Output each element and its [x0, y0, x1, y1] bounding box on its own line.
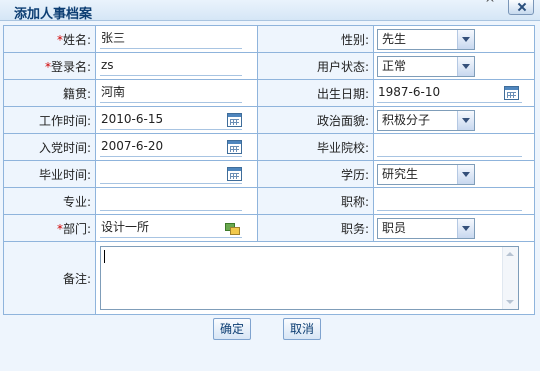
calendar-icon[interactable] [227, 113, 242, 127]
politics-label: 政治面貌: [316, 113, 369, 128]
party-date-label: 入党时间: [38, 140, 91, 155]
form-area: *姓名: 张三 性别: 先生 *登录名: zs 用户状态: 正常 籍贯: 河南 … [0, 21, 540, 371]
titlebar-mark: ^ [485, 0, 496, 10]
politics-value: 积极分子 [382, 112, 431, 127]
ok-button[interactable]: 确定 [213, 318, 251, 340]
school-label: 毕业院校: [316, 140, 369, 155]
position-label: 职务: [340, 221, 369, 236]
label-cell: *姓名: [3, 25, 96, 53]
calendar-icon[interactable] [227, 167, 242, 181]
chevron-down-icon[interactable] [457, 218, 474, 238]
grad-date-input[interactable] [100, 164, 242, 184]
dialog-titlebar: 添加人事档案 ^ [0, 0, 540, 22]
chevron-down-icon[interactable] [457, 56, 474, 76]
origin-label: 籍贯: [62, 86, 91, 101]
school-input[interactable] [377, 137, 522, 157]
scroll-down-icon[interactable] [503, 295, 518, 309]
title-input[interactable] [377, 191, 522, 211]
title-label: 职称: [340, 194, 369, 209]
chevron-down-icon[interactable] [457, 29, 474, 49]
birth-date-input[interactable]: 1987-6-10 [377, 83, 522, 103]
remark-scrollbar[interactable] [502, 247, 518, 309]
login-label: 登录名: [50, 59, 91, 74]
department-input[interactable]: 设计一所 [100, 218, 242, 238]
major-input[interactable] [100, 191, 242, 211]
calendar-icon[interactable] [227, 140, 242, 154]
gender-value: 先生 [382, 31, 407, 46]
education-label: 学历: [340, 167, 369, 182]
gender-select[interactable]: 先生 [377, 28, 475, 50]
calendar-icon[interactable] [504, 86, 519, 100]
party-date-input[interactable]: 2007-6-20 [100, 137, 242, 157]
education-value: 研究生 [382, 166, 419, 181]
remark-textarea[interactable] [100, 246, 519, 310]
user-status-label: 用户状态: [316, 59, 369, 74]
text-caret [104, 250, 105, 263]
work-date-label: 工作时间: [38, 113, 91, 128]
org-picker-icon[interactable] [225, 223, 241, 235]
personnel-form: *姓名: 张三 性别: 先生 *登录名: zs 用户状态: 正常 籍贯: 河南 … [3, 25, 535, 315]
chevron-down-icon[interactable] [457, 110, 474, 130]
scroll-up-icon[interactable] [503, 247, 518, 261]
grad-date-label: 毕业时间: [38, 167, 91, 182]
name-input[interactable]: 张三 [100, 29, 242, 49]
cancel-button[interactable]: 取消 [283, 318, 321, 340]
user-status-select[interactable]: 正常 [377, 55, 475, 77]
department-label: 部门: [62, 221, 91, 236]
position-select[interactable]: 职员 [377, 217, 475, 239]
dialog-title: 添加人事档案 [14, 7, 93, 22]
politics-select[interactable]: 积极分子 [377, 109, 475, 131]
education-select[interactable]: 研究生 [377, 163, 475, 185]
origin-input[interactable]: 河南 [100, 83, 242, 103]
major-label: 专业: [62, 194, 91, 209]
work-date-input[interactable]: 2010-6-15 [100, 110, 242, 130]
user-status-value: 正常 [382, 58, 407, 73]
birth-date-label: 出生日期: [316, 86, 369, 101]
gender-label: 性别: [340, 32, 369, 47]
close-icon[interactable] [508, 0, 534, 15]
position-value: 职员 [382, 220, 407, 235]
remark-label: 备注: [62, 271, 91, 286]
chevron-down-icon[interactable] [457, 164, 474, 184]
login-input[interactable]: zs [100, 56, 242, 76]
name-label: 姓名: [62, 32, 91, 47]
